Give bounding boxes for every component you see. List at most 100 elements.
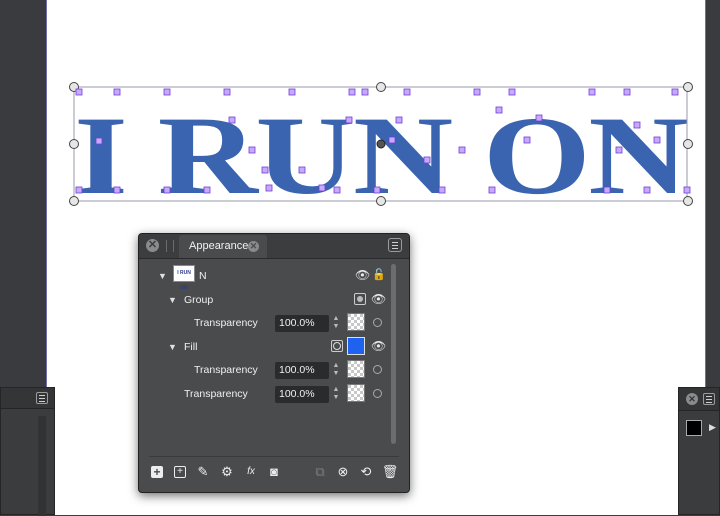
group-row[interactable]: ▼ Group 👁 [139, 290, 387, 312]
transparency-row[interactable]: Transparency 100.0% ▲ ▼ [139, 384, 387, 406]
path-node[interactable] [643, 186, 651, 194]
rotation-center[interactable] [376, 139, 386, 149]
path-node[interactable] [458, 146, 466, 154]
path-node[interactable] [623, 88, 631, 96]
path-node[interactable] [653, 136, 661, 144]
color-swatch[interactable] [686, 420, 702, 436]
gear-icon[interactable]: ⚙ [218, 463, 236, 481]
path-node[interactable] [395, 116, 403, 124]
transparency-field[interactable]: 100.0% [275, 386, 329, 403]
path-node[interactable] [495, 106, 503, 114]
path-node[interactable] [348, 88, 356, 96]
transparency-field[interactable]: 100.0% [275, 362, 329, 379]
path-node[interactable] [113, 186, 121, 194]
clear-icon[interactable]: ⊗ [334, 463, 352, 481]
trash-icon[interactable]: 🗑 [381, 463, 399, 481]
expand-triangle-icon[interactable]: ▼ [168, 342, 177, 352]
left-panel-scroll[interactable] [38, 416, 46, 516]
transparency-swatch[interactable] [347, 360, 365, 378]
path-node[interactable] [298, 166, 306, 174]
resize-handle[interactable] [683, 82, 693, 92]
refresh-icon[interactable]: ⟲ [357, 463, 375, 481]
path-node[interactable] [95, 137, 103, 145]
tab-appearance[interactable]: Appearance ✕ [179, 235, 267, 258]
path-node[interactable] [75, 186, 83, 194]
transparency-field[interactable]: 100.0% [275, 315, 329, 332]
path-node[interactable] [683, 186, 691, 194]
stepper-icon[interactable]: ▲ ▼ [331, 315, 341, 332]
expand-triangle-icon[interactable]: ▼ [168, 295, 177, 305]
path-node[interactable] [75, 88, 83, 96]
path-node[interactable] [361, 88, 369, 96]
fill-effect-icon[interactable] [331, 340, 343, 352]
path-node[interactable] [523, 136, 531, 144]
fx-icon[interactable]: fx [242, 463, 260, 481]
duplicate-icon[interactable]: ⧉ [311, 463, 329, 481]
path-node[interactable] [588, 88, 596, 96]
path-node[interactable] [318, 184, 326, 192]
lock-icon[interactable]: 🔓 [372, 268, 386, 281]
radio-button[interactable] [373, 318, 382, 327]
group-effect-icon[interactable] [354, 293, 366, 305]
add-circle-icon[interactable]: + [171, 463, 189, 481]
radio-button[interactable] [373, 365, 382, 374]
radio-button[interactable] [373, 389, 382, 398]
resize-handle[interactable] [376, 196, 386, 206]
play-icon[interactable]: ▶ [709, 422, 716, 433]
path-node[interactable] [423, 156, 431, 164]
path-node[interactable] [163, 186, 171, 194]
resize-handle[interactable] [69, 196, 79, 206]
close-icon[interactable]: ✕ [686, 393, 698, 405]
eye-icon[interactable]: 👁 [355, 268, 370, 282]
panel-menu-icon[interactable] [388, 238, 402, 252]
layer-row[interactable]: ▼ I RUN ON N 👁 🔓 [139, 265, 387, 291]
path-node[interactable] [671, 88, 679, 96]
path-node[interactable] [223, 88, 231, 96]
path-node[interactable] [473, 88, 481, 96]
path-node[interactable] [373, 186, 381, 194]
path-node[interactable] [228, 116, 236, 124]
transparency-swatch[interactable] [347, 384, 365, 402]
path-node[interactable] [113, 88, 121, 96]
path-node[interactable] [345, 116, 353, 124]
path-node[interactable] [488, 186, 496, 194]
eye-icon[interactable]: 👁 [371, 339, 386, 353]
resize-handle[interactable] [683, 196, 693, 206]
stepper-icon[interactable]: ▲ ▼ [331, 362, 341, 379]
path-node[interactable] [163, 88, 171, 96]
path-node[interactable] [265, 184, 273, 192]
path-node[interactable] [603, 186, 611, 194]
fill-color-swatch[interactable] [347, 337, 365, 355]
panel-scrollbar[interactable] [391, 264, 396, 444]
path-node[interactable] [438, 186, 446, 194]
resize-handle[interactable] [683, 139, 693, 149]
panel-menu-icon[interactable] [36, 392, 48, 404]
path-node[interactable] [508, 88, 516, 96]
camera-icon[interactable]: ◙ [265, 463, 283, 481]
resize-handle[interactable] [376, 82, 386, 92]
fill-transparency-row[interactable]: Transparency 100.0% ▲ ▼ [139, 360, 387, 382]
group-transparency-row[interactable]: Transparency 100.0% ▲ ▼ [139, 313, 387, 335]
resize-handle[interactable] [69, 139, 79, 149]
path-node[interactable] [388, 136, 396, 144]
add-box-icon[interactable]: + [148, 463, 166, 481]
close-icon[interactable]: ✕ [146, 239, 159, 252]
fill-row[interactable]: ▼ Fill 👁 [139, 337, 387, 359]
path-node[interactable] [535, 114, 543, 122]
path-node[interactable] [203, 186, 211, 194]
grip-icon[interactable] [166, 240, 174, 252]
path-node[interactable] [333, 186, 341, 194]
expand-triangle-icon[interactable]: ▼ [158, 271, 167, 281]
eye-icon[interactable]: 👁 [371, 292, 386, 306]
transparency-swatch[interactable] [347, 313, 365, 331]
stepper-icon[interactable]: ▲ ▼ [331, 386, 341, 403]
panel-menu-icon[interactable] [703, 393, 715, 405]
tab-close-icon[interactable]: ✕ [248, 241, 259, 252]
path-node[interactable] [248, 146, 256, 154]
path-node[interactable] [633, 121, 641, 129]
brush-plus-icon[interactable]: ✎ [194, 463, 212, 481]
path-node[interactable] [615, 146, 623, 154]
path-node[interactable] [288, 88, 296, 96]
path-node[interactable] [261, 166, 269, 174]
path-node[interactable] [403, 88, 411, 96]
